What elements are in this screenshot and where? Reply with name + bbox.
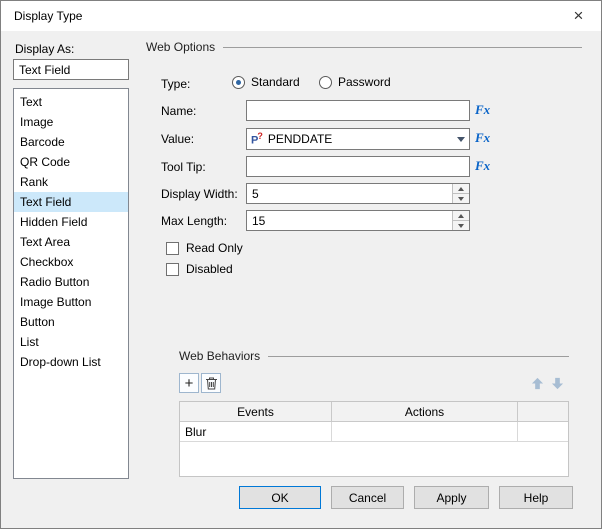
spinner-buttons: [452, 184, 469, 203]
list-item-text[interactable]: Text: [14, 92, 128, 112]
spinner-buttons: [452, 211, 469, 230]
list-item-checkbox[interactable]: Checkbox: [14, 252, 128, 272]
list-item-text-area[interactable]: Text Area: [14, 232, 128, 252]
value-label: Value:: [161, 132, 195, 146]
checkbox-icon: [166, 262, 179, 276]
ok-button[interactable]: OK: [239, 486, 321, 509]
name-label: Name:: [161, 104, 197, 118]
list-item-radio-button[interactable]: Radio Button: [14, 272, 128, 292]
web-behaviors-title: Web Behaviors: [179, 349, 261, 363]
tooltip-input[interactable]: [246, 156, 470, 177]
parameter-icon: P?: [251, 130, 263, 147]
plus-icon: +: [184, 374, 194, 392]
titlebar: Display Type: [1, 1, 601, 31]
trash-icon: [205, 377, 217, 390]
radio-icon: [319, 75, 332, 89]
spinner-down-icon[interactable]: [453, 221, 469, 230]
radio-password[interactable]: Password: [319, 75, 391, 89]
display-as-listbox[interactable]: Text Image Barcode QR Code Rank Text Field Hid…: [13, 88, 129, 479]
section-divider: [223, 46, 582, 48]
max-length-label: Max Length:: [161, 214, 228, 228]
tooltip-label: Tool Tip:: [161, 160, 206, 174]
list-item-button[interactable]: Button: [14, 312, 128, 332]
web-options-title: Web Options: [146, 40, 216, 54]
dropdown-arrow-icon[interactable]: [452, 129, 469, 149]
checkbox-icon: [166, 241, 179, 255]
section-divider: [268, 355, 569, 357]
list-item-text-field[interactable]: Text Field: [14, 192, 128, 212]
type-label: Type:: [161, 77, 191, 91]
help-button[interactable]: Help: [499, 486, 573, 509]
dialog-title: Display Type: [14, 9, 83, 23]
table-cell-filler: [518, 422, 568, 442]
display-as-label: Display As:: [15, 42, 75, 56]
radio-standard-label: Standard: [251, 75, 300, 89]
column-header-actions[interactable]: Actions: [332, 402, 518, 422]
web-options-section-header: Web Options: [146, 40, 582, 54]
spinner-up-icon[interactable]: [453, 211, 469, 221]
list-item-hidden-field[interactable]: Hidden Field: [14, 212, 128, 232]
disabled-checkbox[interactable]: Disabled: [166, 262, 233, 276]
behaviors-table: Events Actions Blur: [179, 401, 569, 477]
display-width-spinner: [246, 183, 470, 204]
radio-standard[interactable]: Standard: [232, 75, 300, 89]
fx-button-name[interactable]: Fx: [475, 102, 490, 118]
web-behaviors-section-header: Web Behaviors: [179, 349, 569, 363]
display-type-dialog: Display Type × Display As: TextImageBarc…: [0, 0, 602, 529]
table-row[interactable]: Blur: [180, 422, 568, 442]
display-width-input[interactable]: [247, 184, 452, 203]
display-width-label: Display Width:: [161, 187, 238, 201]
column-header-events[interactable]: Events: [180, 402, 332, 422]
list-item-rank[interactable]: Rank: [14, 172, 128, 192]
spinner-up-icon[interactable]: [453, 184, 469, 194]
spinner-down-icon[interactable]: [453, 194, 469, 203]
move-down-button[interactable]: [549, 375, 565, 391]
fx-button-tooltip[interactable]: Fx: [475, 158, 490, 174]
add-behavior-button[interactable]: +: [179, 373, 199, 393]
list-item-list[interactable]: List: [14, 332, 128, 352]
list-item-image-button[interactable]: Image Button: [14, 292, 128, 312]
delete-behavior-button[interactable]: [201, 373, 221, 393]
max-length-input[interactable]: [247, 211, 452, 230]
name-input[interactable]: [246, 100, 470, 121]
value-dropdown-text: PENDDATE: [267, 132, 333, 146]
apply-button[interactable]: Apply: [414, 486, 489, 509]
behaviors-table-body[interactable]: Blur: [180, 422, 568, 442]
list-item-drop-down-list[interactable]: Drop-down List: [14, 352, 128, 372]
table-cell: Blur: [180, 422, 332, 442]
list-item-qr-code[interactable]: QR Code: [14, 152, 128, 172]
max-length-spinner: [246, 210, 470, 231]
close-icon: ×: [573, 5, 584, 25]
list-item-barcode[interactable]: Barcode: [14, 132, 128, 152]
readonly-label: Read Only: [186, 241, 243, 255]
display-as-input[interactable]: [13, 59, 129, 80]
up-arrow-icon: [531, 377, 543, 389]
radio-password-label: Password: [338, 75, 391, 89]
column-header-filler: [518, 402, 568, 422]
down-arrow-icon: [551, 377, 563, 389]
list-item-image[interactable]: Image: [14, 112, 128, 132]
table-cell: [332, 422, 518, 442]
readonly-checkbox[interactable]: Read Only: [166, 241, 243, 255]
move-up-button[interactable]: [529, 375, 545, 391]
radio-icon: [232, 75, 245, 89]
fx-button-value[interactable]: Fx: [475, 130, 490, 146]
behaviors-table-header: Events Actions: [180, 402, 568, 422]
close-button[interactable]: ×: [556, 1, 601, 30]
value-dropdown[interactable]: P? PENDDATE: [246, 128, 470, 150]
disabled-label: Disabled: [186, 262, 233, 276]
cancel-button[interactable]: Cancel: [331, 486, 404, 509]
